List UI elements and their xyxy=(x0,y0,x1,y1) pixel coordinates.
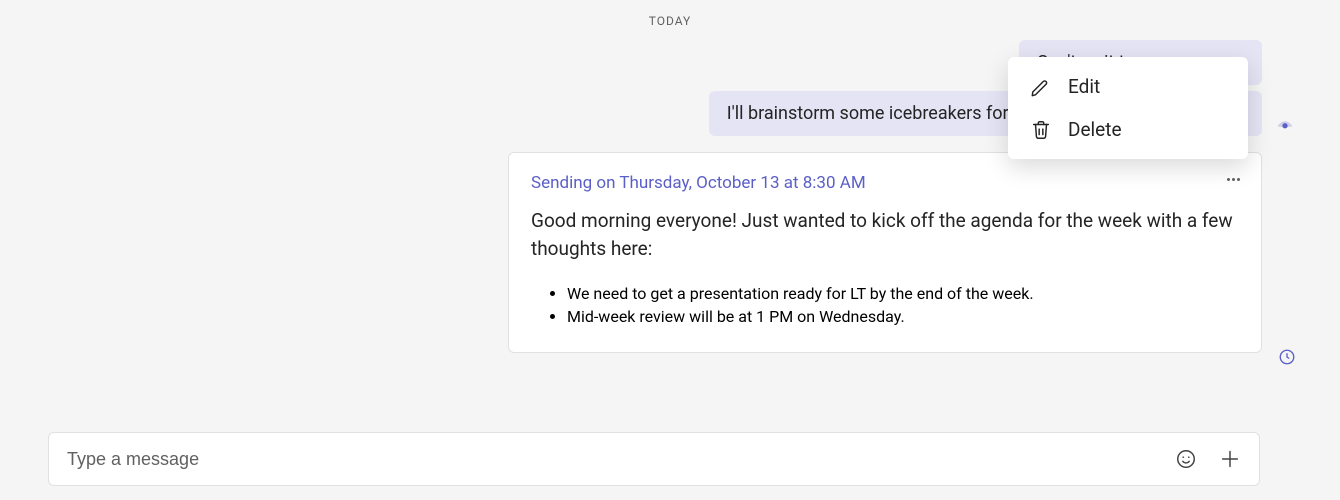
seen-indicator-icon xyxy=(1276,119,1294,131)
delete-label: Delete xyxy=(1068,118,1122,141)
pencil-icon xyxy=(1030,76,1052,98)
list-item: Mid-week review will be at 1 PM on Wedne… xyxy=(567,307,1239,326)
more-options-button[interactable] xyxy=(1220,163,1247,191)
scheduled-bullet-list: We need to get a presentation ready for … xyxy=(531,284,1239,326)
edit-label: Edit xyxy=(1068,75,1100,98)
list-item: We need to get a presentation ready for … xyxy=(567,284,1239,303)
date-divider: TODAY xyxy=(0,0,1340,40)
scheduled-message-card[interactable]: Sending on Thursday, October 13 at 8:30 … xyxy=(508,152,1262,353)
trash-icon xyxy=(1030,119,1052,141)
scheduled-clock-icon xyxy=(1278,348,1296,366)
edit-menu-item[interactable]: Edit xyxy=(1008,65,1248,108)
scheduled-timestamp: Sending on Thursday, October 13 at 8:30 … xyxy=(531,173,1239,193)
delete-menu-item[interactable]: Delete xyxy=(1008,108,1248,151)
plus-icon[interactable] xyxy=(1219,448,1241,470)
message-composer xyxy=(48,432,1260,486)
emoji-icon[interactable] xyxy=(1175,448,1197,470)
scheduled-body-text: Good morning everyone! Just wanted to ki… xyxy=(531,207,1239,262)
message-input[interactable] xyxy=(67,449,1175,470)
message-context-menu: Edit Delete xyxy=(1008,57,1248,159)
